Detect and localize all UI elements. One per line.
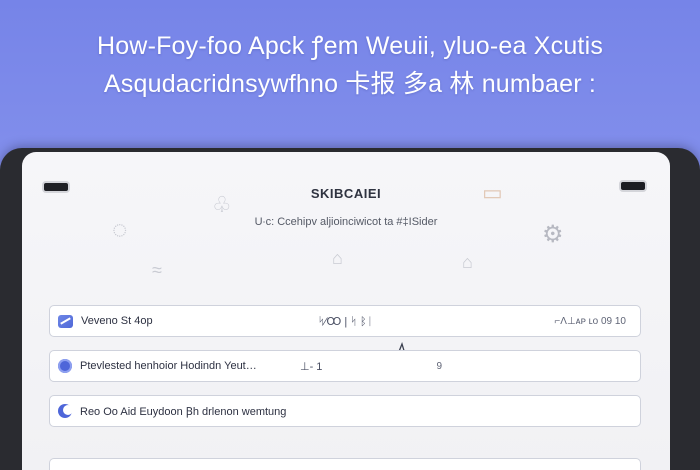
list-item-label: Reo Oo Aid Euydoon Ꞵh drlenon wemtung <box>80 405 287 418</box>
headline-line-1: How-Foy-foo Apck ꝭem Weuii, yluo-ea Xcut… <box>96 32 604 60</box>
list-item-label: Ptevlested henhoior Hodindn Yeut… <box>80 360 257 372</box>
radio-dot-icon <box>58 359 72 373</box>
list-item-meta: ᛋ⁄Ꝏ | ᛋ ᛒᛁ <box>318 315 374 328</box>
list-item[interactable]: Ptevlested henhoior Hodindn Yeut… ⊥- 1 9 <box>49 350 641 382</box>
list-item[interactable]: Vevenо St 4ор ᛋ⁄Ꝏ | ᛋ ᛒᛁ ⌐Ʌ⊥ᴀᴘ ʟo 09 10 <box>49 305 641 337</box>
headline-line-2: Asqudacridnsywfhno 卡报 多a 林 numbaer : <box>103 70 597 98</box>
list-item-value: ⌐Ʌ⊥ᴀᴘ ʟo 09 10 <box>554 315 626 327</box>
list-item[interactable]: Reo Oo Aid Euydoon Ꞵh drlenon wemtung <box>49 395 641 427</box>
list-item-value: 9 <box>436 360 442 372</box>
list-item-label: Vevenо St 4ор <box>81 315 153 327</box>
sketch-decoration-icon: ⌂ <box>462 252 473 272</box>
moon-icon <box>58 404 73 418</box>
sketch-decoration-icon: ⌂ <box>332 248 343 268</box>
list-item-meta: ⊥- 1 <box>300 360 323 373</box>
app-subtitle: U∙c: Ccehipv aljioinciwicot ta #‡ISider <box>254 216 438 228</box>
flag-icon <box>58 314 73 328</box>
sketch-decoration-icon: ≈ <box>152 260 162 280</box>
app-title: SKIBCAIEI <box>310 186 382 201</box>
list-item[interactable] <box>49 458 641 470</box>
device-screen: ◌ ♧ ⌂ ⌂ ≈ ⚙ ▭ SKIBCAIEI U∙c: Ccehipv alj… <box>22 152 670 470</box>
